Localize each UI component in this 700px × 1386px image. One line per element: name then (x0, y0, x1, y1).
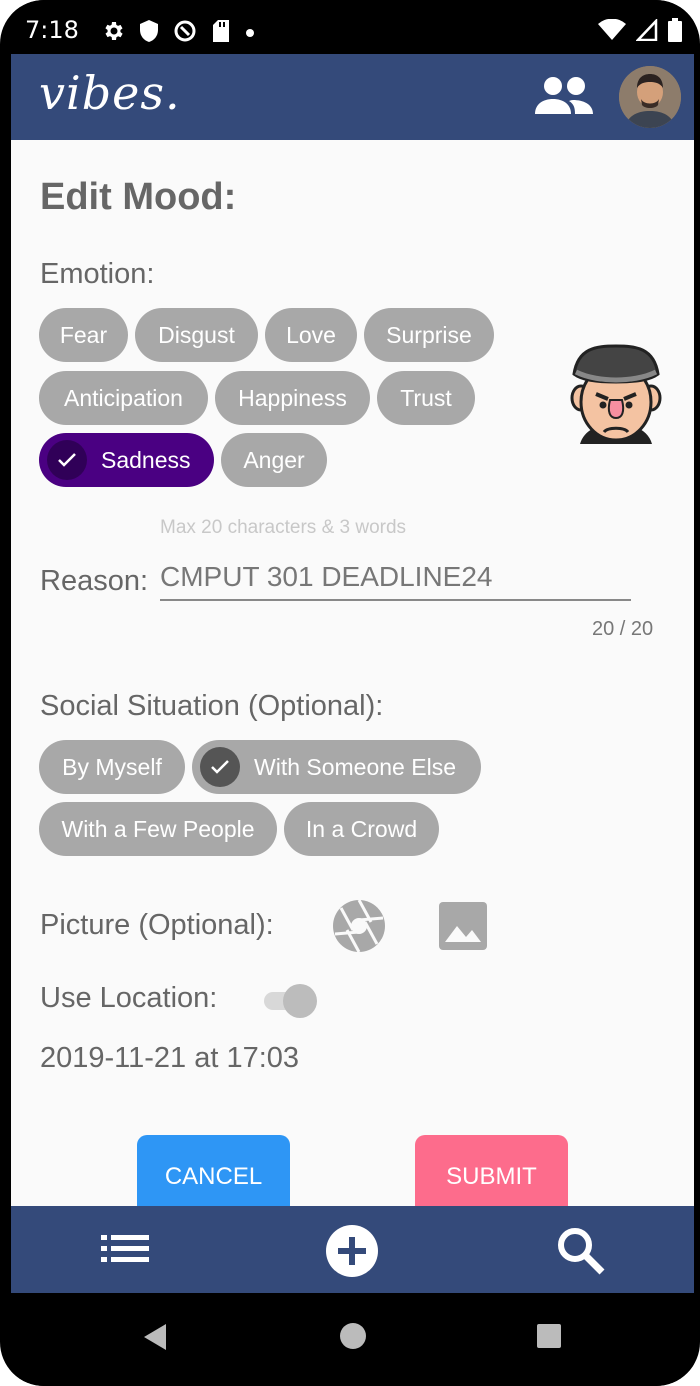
picture-label: Picture (Optional): (40, 909, 274, 941)
chip-label: Anticipation (64, 384, 183, 411)
home-icon[interactable] (339, 1322, 367, 1350)
chip-label: Happiness (238, 384, 347, 411)
social-chip-with-few-people[interactable]: With a Few People (39, 802, 277, 856)
chip-label: Sadness (101, 446, 191, 473)
edit-mood-form: Edit Mood: Emotion: Fear Disgust Love Su… (11, 140, 694, 1206)
emotion-chip-trust[interactable]: Trust (377, 371, 475, 425)
reason-hint: Max 20 characters & 3 words (160, 517, 407, 538)
social-chip-by-myself[interactable]: By Myself (39, 740, 185, 794)
battery-icon (668, 18, 682, 47)
chip-label: By Myself (62, 753, 162, 780)
system-navigation-bar (11, 1293, 694, 1386)
chip-label: Anger (243, 446, 305, 473)
search-icon[interactable] (556, 1226, 606, 1276)
recents-icon[interactable] (536, 1323, 562, 1349)
emotion-chip-anger[interactable]: Anger (221, 433, 327, 487)
shield-icon (139, 19, 159, 48)
use-location-label: Use Location: (40, 982, 218, 1014)
reason-char-counter: 20 / 20 (592, 618, 654, 640)
friends-icon[interactable] (533, 76, 595, 118)
camera-shutter-icon[interactable] (331, 898, 387, 954)
chip-label: Fear (59, 321, 108, 348)
location-toggle[interactable] (262, 980, 322, 1020)
add-mood-icon[interactable] (325, 1224, 379, 1278)
social-chip-in-a-crowd[interactable]: In a Crowd (284, 802, 439, 856)
check-icon (47, 440, 87, 480)
emotion-chip-anticipation[interactable]: Anticipation (39, 371, 208, 425)
avatar[interactable] (619, 66, 681, 128)
signal-icon (635, 17, 658, 46)
reason-input[interactable] (160, 555, 631, 601)
notification-dot-icon (245, 25, 255, 43)
emotion-chip-love[interactable]: Love (265, 308, 357, 362)
app-logo[interactable]: vibes. (39, 66, 181, 120)
status-bar: 7:18 (11, 0, 694, 54)
chip-label: Trust (400, 384, 452, 411)
list-icon[interactable] (99, 1232, 151, 1266)
sd-card-icon (211, 19, 231, 48)
emotion-label: Emotion: (40, 258, 155, 290)
chip-label: With a Few People (61, 815, 255, 842)
chip-label: Love (286, 321, 336, 348)
phone-frame: 7:18 vibes. Edit Mood: Emotion: Fear Dis… (0, 0, 700, 1386)
chip-label: With Someone Else (254, 753, 456, 780)
status-time: 7:18 (25, 16, 79, 44)
emotion-chip-surprise[interactable]: Surprise (364, 308, 494, 362)
mood-datetime: 2019-11-21 at 17:03 (40, 1042, 300, 1074)
emotion-chip-sadness[interactable]: Sadness (39, 433, 214, 487)
page-title: Edit Mood: (40, 176, 237, 218)
emotion-chip-disgust[interactable]: Disgust (135, 308, 258, 362)
sad-mood-emoji-icon (568, 342, 664, 452)
app-bar: vibes. (11, 54, 694, 140)
chip-label: In a Crowd (305, 815, 418, 842)
check-icon (200, 747, 240, 787)
chip-label: Disgust (158, 321, 235, 348)
cancel-button[interactable]: CANCEL (137, 1135, 290, 1206)
data-saver-icon (173, 19, 197, 48)
emotion-chip-happiness[interactable]: Happiness (215, 371, 370, 425)
chip-label: Surprise (386, 321, 472, 348)
gallery-image-icon[interactable] (437, 900, 489, 952)
bottom-navigation (11, 1206, 694, 1293)
wifi-icon (598, 18, 626, 46)
back-icon[interactable] (142, 1322, 168, 1352)
social-situation-label: Social Situation (Optional): (40, 690, 384, 722)
social-chip-with-someone-else[interactable]: With Someone Else (192, 740, 481, 794)
reason-label: Reason: (40, 565, 149, 597)
submit-button[interactable]: SUBMIT (415, 1135, 568, 1206)
settings-icon (101, 19, 125, 48)
emotion-chip-fear[interactable]: Fear (39, 308, 128, 362)
